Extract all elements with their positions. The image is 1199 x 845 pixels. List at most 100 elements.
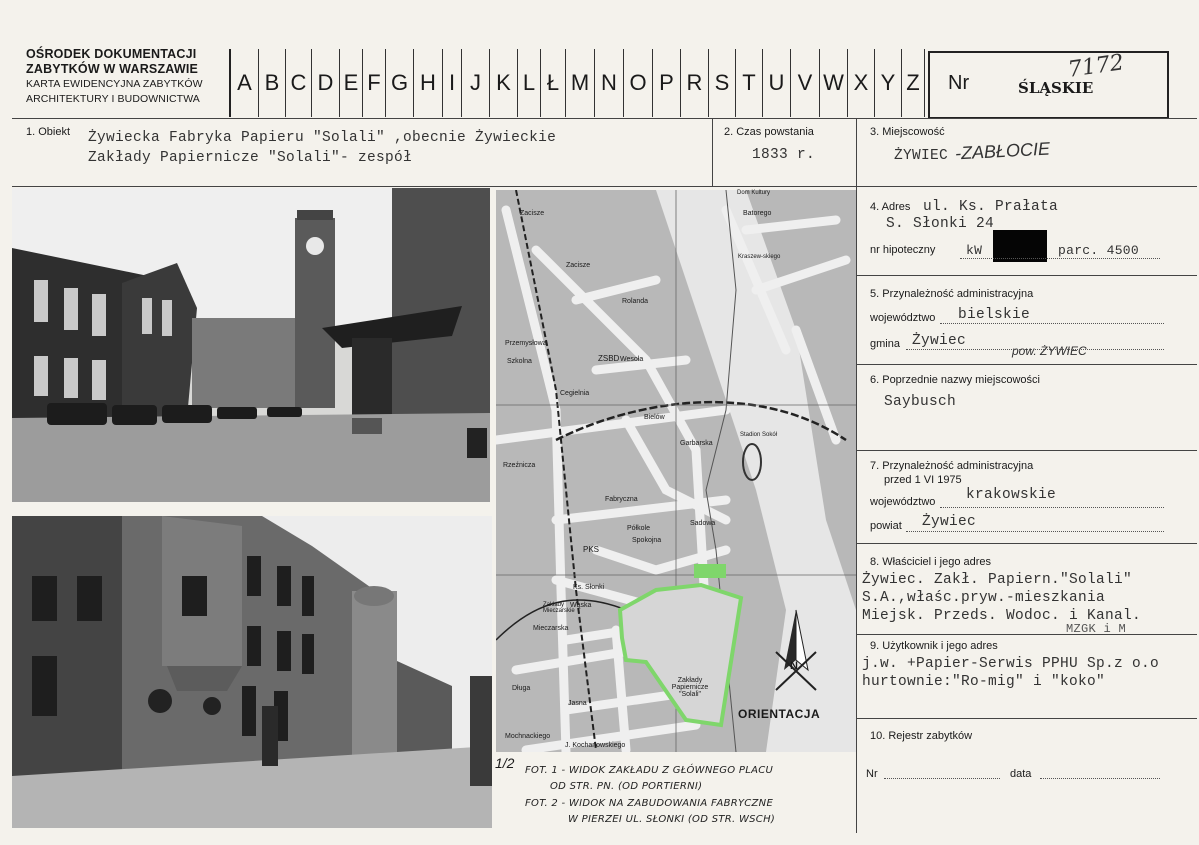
- map-label-cegielnia: Przemysłowa: [505, 340, 547, 347]
- uzytkownik-label: 9. Użytkownik i jego adres: [870, 640, 998, 652]
- map-label-spokojna: Półkole: [627, 525, 650, 532]
- alphabet-letter: E: [340, 49, 363, 117]
- przynaleznosc1975-label: 7. Przynależność administracyjna: [870, 460, 1034, 472]
- alphabet-letter: O: [624, 49, 653, 117]
- alphabet-letter: H: [414, 49, 443, 117]
- wojewodztwo-label: województwo: [870, 312, 936, 324]
- alphabet-letter: S: [709, 49, 736, 117]
- map-label-rolanda: Rolanda: [622, 298, 649, 305]
- adres-label: 4. Adres: [870, 201, 911, 213]
- caption-line: FOT. 1 - WIDOK ZAKŁADU Z GŁÓWNEGO PLACU: [525, 765, 774, 776]
- map-label-jasna: Jasna: [568, 700, 587, 707]
- record-card: OŚRODEK DOKUMENTACJI ZABYTKÓW W WARSZAWI…: [0, 0, 1199, 845]
- alphabet-letter: D: [312, 49, 340, 117]
- photo-1: [12, 188, 490, 502]
- alphabet-letter: M: [566, 49, 595, 117]
- miejscowosc-label: 3. Miejscowość: [870, 126, 945, 138]
- divider: [12, 118, 1197, 119]
- gmina-handwritten: pow. ŻYWIEC: [1012, 344, 1087, 358]
- photo-2: [12, 516, 492, 828]
- alphabet-letter: L: [518, 49, 541, 117]
- rejestr-data-label: data: [1010, 768, 1032, 780]
- divider: [856, 718, 1197, 719]
- institution-header: OŚRODEK DOKUMENTACJI ZABYTKÓW W WARSZAWI…: [26, 47, 226, 107]
- wojewodztwo-value: bielskie: [958, 307, 1031, 323]
- map-label-dluga: Długa: [512, 685, 531, 692]
- poprzednie-label: 6. Poprzednie nazwy miejscowości: [870, 374, 1040, 386]
- map-label-batorego: Batorego: [743, 210, 772, 217]
- institution-line: ZABYTKÓW W WARSZAWIE: [26, 62, 199, 76]
- obiekt-value: Zakłady Papiernicze "Solali"- zespół: [88, 150, 413, 166]
- wlasciciel-line: S.A.,właśc.pryw.-mieszkania: [862, 590, 1106, 606]
- alphabet-letter: P: [653, 49, 681, 117]
- nr-label: Nr: [948, 72, 970, 94]
- map-label-kraszewskiego: Kraszew-skiego: [738, 254, 781, 260]
- alphabet-letter: J: [462, 49, 490, 117]
- gmina-value: Żywiec: [912, 333, 967, 349]
- map-label-kochanowskiego: J. Kochanowskiego: [565, 742, 626, 749]
- alphabet-letter: Y: [875, 49, 902, 117]
- map-orientation-label: ORIENTACJA: [738, 707, 821, 721]
- przynaleznosc1975-sublabel: przed 1 VI 1975: [884, 474, 962, 486]
- alphabet-letter: Ł: [541, 49, 566, 117]
- divider: [12, 186, 1197, 187]
- dotted-line: [960, 258, 1160, 259]
- obiekt-label: 1. Obiekt: [26, 126, 71, 138]
- alphabet-letter: T: [736, 49, 763, 117]
- divider: [856, 634, 1197, 635]
- dotted-line: [940, 323, 1164, 324]
- wojewodztwo1975-label: województwo: [870, 496, 936, 508]
- map-label-stadion: Stadion Sokół: [740, 432, 778, 438]
- divider: [712, 118, 713, 186]
- alphabet-letter: I: [443, 49, 462, 117]
- obiekt-value: Żywiecka Fabryka Papieru "Solali" ,obecn…: [88, 130, 557, 146]
- alphabet-letter: A: [231, 49, 259, 117]
- map-label-zaklady-papiernicze: Zakłady Papiernicze "Solali": [671, 677, 709, 698]
- map-label-szkolna: Wesoła: [620, 356, 644, 363]
- przynaleznosc-label: 5. Przynależność administracyjna: [870, 288, 1034, 300]
- wlasciciel-overlay: MZGK i M: [1066, 622, 1127, 636]
- alphabet-letter: K: [490, 49, 518, 117]
- alphabet-letter: G: [386, 49, 414, 117]
- powiat-value: Żywiec: [922, 514, 977, 530]
- divider: [856, 450, 1197, 451]
- dotted-line: [940, 507, 1164, 508]
- uzytkownik-line: hurtownie:"Ro-mig" i "koko": [862, 674, 1106, 690]
- map-label-dom-kultury: Dom Kultury: [737, 190, 771, 196]
- map-label-bielow: Cegielnia: [560, 390, 590, 397]
- wojewodztwo1975-value: krakowskie: [966, 487, 1057, 503]
- alphabet-letter: R: [681, 49, 709, 117]
- dotted-line: [906, 531, 1164, 532]
- caption-line: OD STR. PN. (OD PORTIERNI): [550, 781, 703, 792]
- map-image: [496, 190, 856, 752]
- alphabet-index: ABCDEFGHIJKLŁMNOPRSTUVWXYZ: [229, 49, 925, 117]
- wlasciciel-label: 8. Właściciel i jego adres: [870, 556, 992, 568]
- alphabet-letter: X: [848, 49, 875, 117]
- poprzednie-value: Saybusch: [884, 394, 957, 410]
- hipoteczny-value: kW: [966, 243, 983, 258]
- photo-fraction-value: 1/2: [495, 755, 515, 771]
- institution-line: ARCHITEKTURY I BUDOWNICTWA: [26, 93, 200, 105]
- location-map: [496, 190, 856, 752]
- alphabet-letter: C: [286, 49, 312, 117]
- map-label-pks: PKS: [583, 545, 600, 554]
- map-label-przemyslowa: Szkolna: [507, 358, 532, 365]
- map-label-1-maja: Spokojna: [632, 537, 662, 544]
- divider: [856, 364, 1197, 365]
- miejscowosc-value: ŻYWIEC: [894, 148, 949, 164]
- map-label-ks-slonki: Ks. Słonki: [573, 584, 605, 591]
- institution-line: KARTA EWIDENCYJNA ZABYTKÓW: [26, 78, 203, 90]
- map-label-polkole: Fabryczna: [605, 496, 638, 503]
- rejestr-label: 10. Rejestr zabytków: [870, 730, 973, 742]
- alphabet-letter: Z: [902, 49, 925, 117]
- divider: [856, 543, 1197, 544]
- map-label-zsbd: ZSBD: [598, 354, 620, 363]
- czas-label: 2. Czas powstania: [724, 126, 814, 138]
- alphabet-letter: V: [791, 49, 820, 117]
- alphabet-letter: N: [595, 49, 624, 117]
- alphabet-letter: B: [259, 49, 286, 117]
- map-label-mieczarska: Mieczarska: [533, 625, 569, 632]
- photo-1-image: [12, 188, 490, 502]
- dotted-line: [906, 349, 1164, 350]
- map-label-sadowa: Sadowa: [690, 520, 716, 527]
